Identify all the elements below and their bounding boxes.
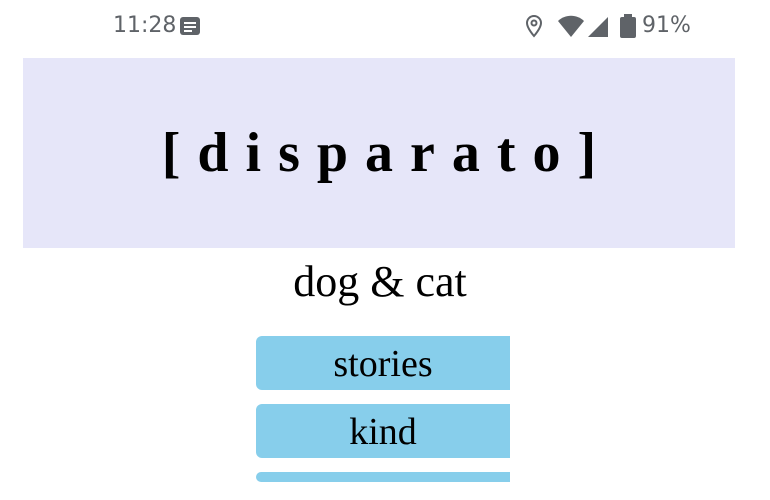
menu-item-partial[interactable] [256,472,510,482]
signal-icon [588,17,608,37]
menu-item-stories[interactable]: stories [256,336,510,390]
status-bar: 11:28 91% [0,0,770,52]
site-title[interactable]: [disparato] [162,121,613,185]
category-menu: stories kind [256,336,510,496]
app-screen: 11:28 91% [disparato] dog & cat stories … [0,0,770,500]
notification-icon [180,17,200,35]
battery-icon [620,14,636,38]
location-icon [525,14,543,38]
status-time: 11:28 [113,13,177,38]
menu-item-kind[interactable]: kind [256,404,510,458]
battery-percentage: 91% [642,13,691,38]
wifi-icon [558,15,584,37]
site-banner: [disparato] [23,58,735,248]
page-subtitle: dog & cat [293,257,467,306]
